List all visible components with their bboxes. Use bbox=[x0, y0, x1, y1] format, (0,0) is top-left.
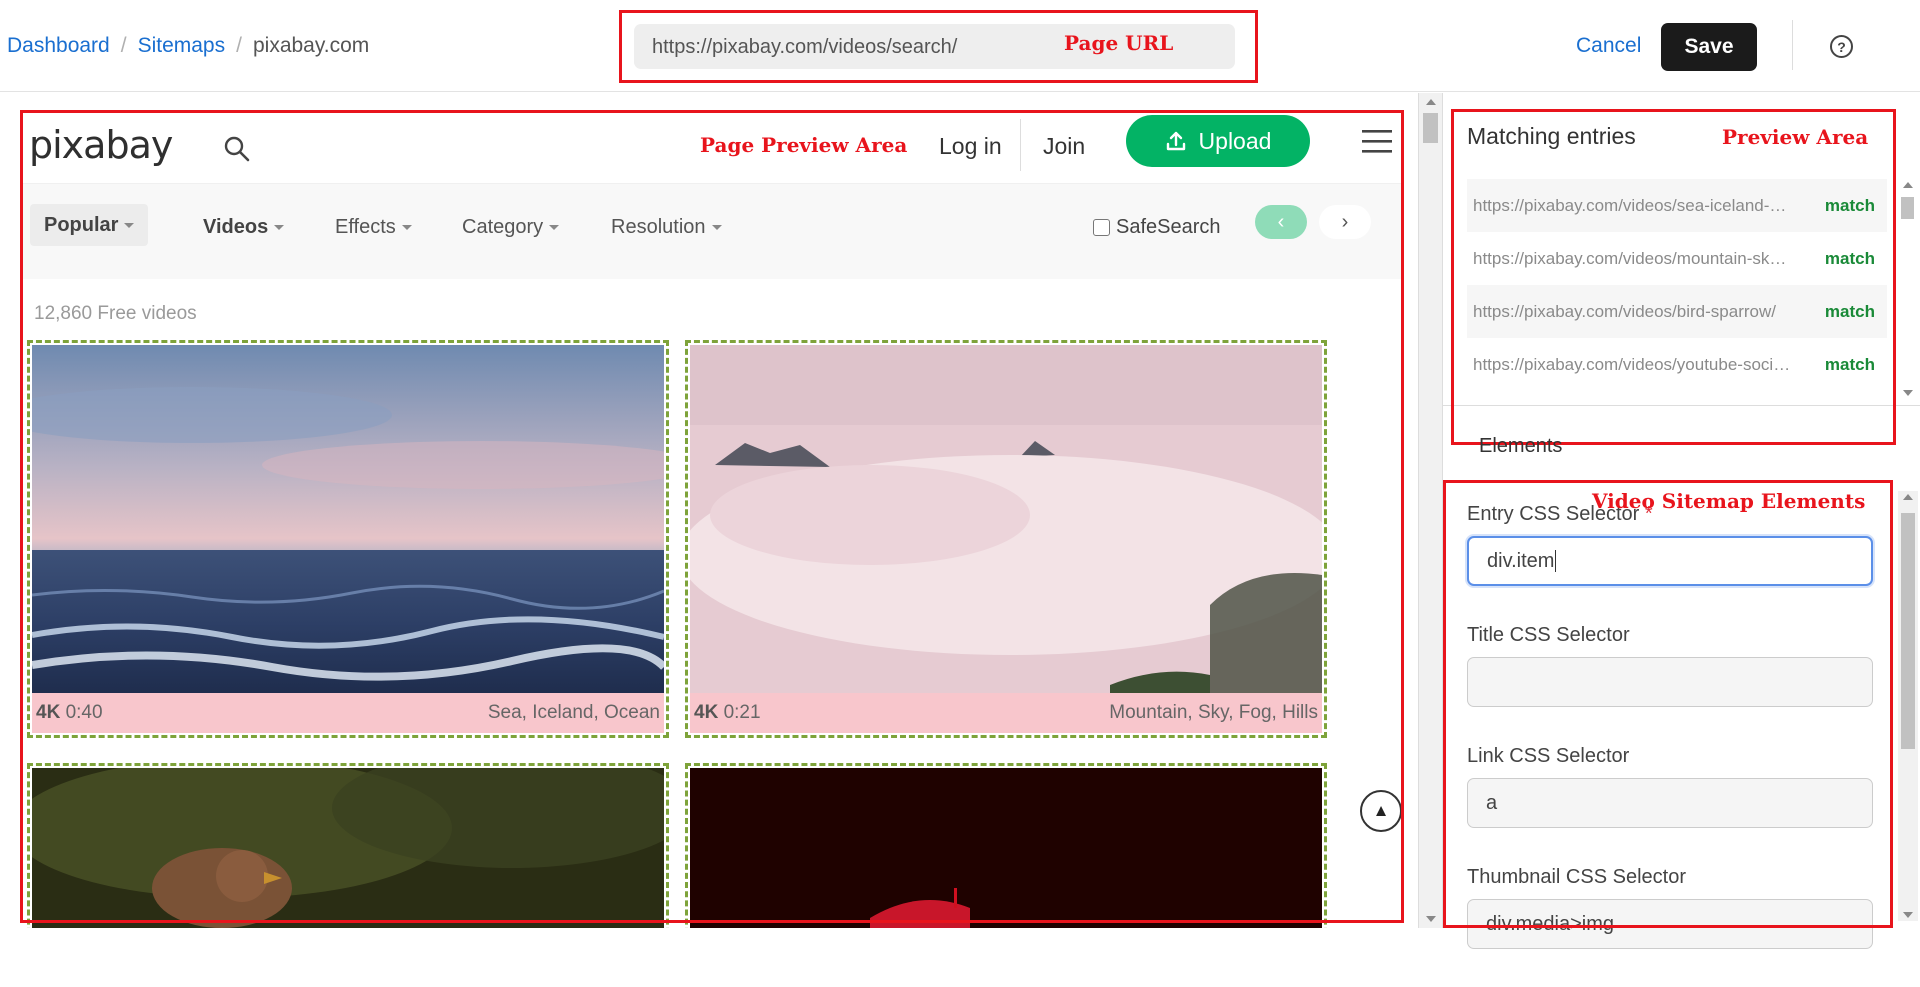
breadcrumb-dashboard-link[interactable]: Dashboard bbox=[7, 34, 110, 58]
video-sitemap-elements-annotation: Video Sitemap Elements bbox=[1592, 489, 1866, 513]
question-circle-icon[interactable]: ? bbox=[1830, 35, 1853, 58]
scroll-down-icon[interactable] bbox=[1903, 912, 1913, 918]
breadcrumb-sitemaps-link[interactable]: Sitemaps bbox=[138, 34, 226, 58]
breadcrumb: Dashboard / Sitemaps / pixabay.com bbox=[7, 34, 369, 58]
breadcrumb-current: pixabay.com bbox=[252, 34, 370, 57]
scrollbar-thumb[interactable] bbox=[1901, 513, 1915, 749]
breadcrumb-separator: / bbox=[120, 34, 127, 57]
scroll-down-icon[interactable] bbox=[1903, 390, 1913, 396]
divider bbox=[1792, 20, 1793, 70]
preview-area-annotation: Preview Area bbox=[1722, 125, 1869, 149]
scroll-down-icon[interactable] bbox=[1426, 916, 1436, 922]
page-url-annotation-frame: https://pixabay.com/videos/search/ Page … bbox=[619, 10, 1258, 83]
video-sitemap-elements-annotation-frame bbox=[1443, 480, 1893, 928]
top-bar: Dashboard / Sitemaps / pixabay.com https… bbox=[0, 0, 1920, 92]
page-preview: pixabay Log in Join Upload Popular Video… bbox=[0, 93, 1417, 928]
preview-area-annotation-frame bbox=[1451, 109, 1896, 445]
elements-section-label: Elements bbox=[1479, 435, 1563, 457]
scrollbar-thumb[interactable] bbox=[1423, 113, 1438, 143]
scroll-up-icon[interactable] bbox=[1426, 99, 1436, 105]
scrollbar-thumb[interactable] bbox=[1901, 197, 1914, 219]
elements-scrollbar[interactable] bbox=[1898, 491, 1918, 921]
preview-scrollbar[interactable] bbox=[1418, 93, 1442, 928]
page-url-annotation: Page URL bbox=[1064, 31, 1174, 55]
right-panel: Matching entries https://pixabay.com/vid… bbox=[1442, 93, 1920, 949]
save-button[interactable]: Save bbox=[1661, 23, 1757, 71]
page-preview-annotation: Page Preview Area bbox=[700, 133, 908, 157]
page-url-value: https://pixabay.com/videos/search/ bbox=[652, 36, 958, 58]
cancel-button[interactable]: Cancel bbox=[1576, 34, 1641, 58]
entries-scrollbar[interactable] bbox=[1898, 179, 1918, 399]
scroll-up-icon[interactable] bbox=[1903, 182, 1913, 188]
page-preview-annotation-frame bbox=[20, 110, 1404, 923]
scroll-up-icon[interactable] bbox=[1903, 494, 1913, 500]
breadcrumb-separator: / bbox=[236, 34, 242, 57]
